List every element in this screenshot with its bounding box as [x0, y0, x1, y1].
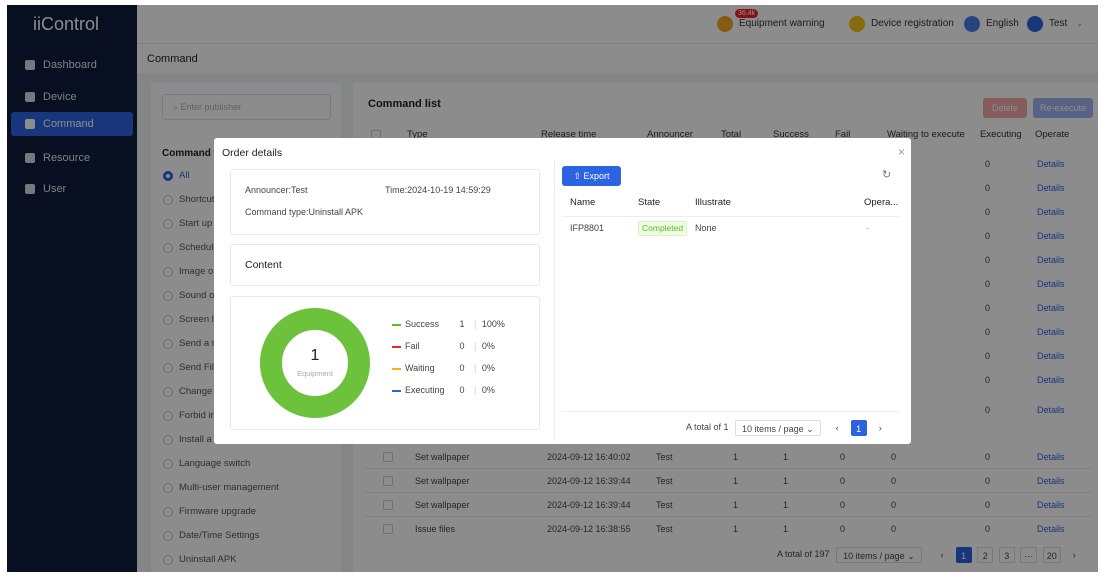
legend-percent: 0%: [481, 385, 495, 395]
detail-column-header: Name: [570, 197, 596, 208]
legend-swatch: [392, 390, 401, 392]
order-details-modal: Order details × Announcer:Test Time:2024…: [214, 138, 911, 444]
detail-column-header: State: [638, 197, 661, 208]
close-icon[interactable]: ×: [898, 145, 905, 159]
donut-label: Equipment: [297, 369, 333, 378]
donut-count: 1: [310, 347, 320, 364]
detail-column-header: Illustrate: [695, 197, 731, 208]
refresh-icon[interactable]: ↻: [882, 168, 891, 181]
status-badge: Completed: [638, 221, 688, 236]
legend-count: 0: [459, 385, 465, 395]
modal-title: Order details: [222, 147, 283, 159]
detail-pagination: A total of 1 10 items / page ⌄ ‹ 1 ›: [686, 419, 888, 437]
content-card: Content: [230, 244, 540, 286]
time-value: Time:2024-10-19 14:59:29: [385, 185, 491, 195]
legend-count: 0: [459, 341, 465, 351]
illustrate-cell: None: [695, 223, 717, 233]
operate-cell: -: [866, 223, 869, 233]
legend-label: Success: [405, 319, 440, 329]
next-page-icon[interactable]: ›: [872, 420, 888, 436]
legend-swatch: [392, 368, 401, 370]
legend-swatch: [392, 324, 401, 326]
legend-count: 0: [459, 363, 465, 373]
page-size-label: 10 items / page: [742, 423, 804, 434]
command-type-value: Command type:Uninstall APK: [245, 207, 364, 217]
legend-fail: Fail 0 | 0%: [392, 341, 495, 351]
order-info-card: Announcer:Test Time:2024-10-19 14:59:29 …: [230, 169, 540, 235]
export-button[interactable]: ⇧ Export: [562, 166, 621, 186]
upload-icon: ⇧: [573, 171, 584, 181]
legend-percent: 0%: [481, 363, 495, 373]
legend-label: Executing: [405, 385, 445, 395]
legend-waiting: Waiting 0 | 0%: [392, 363, 495, 373]
legend-swatch: [392, 346, 401, 348]
page-button-1[interactable]: 1: [850, 419, 867, 436]
legend-count: 1: [459, 319, 465, 329]
detail-header-divider: [562, 216, 899, 217]
total-count: A total of 1: [686, 422, 729, 432]
legend-success: Success 1 | 100%: [392, 319, 505, 329]
device-name-cell: IFP8801: [570, 223, 605, 233]
legend-label: Fail: [405, 341, 420, 351]
legend-percent: 0%: [481, 341, 495, 351]
prev-page-icon[interactable]: ‹: [829, 420, 845, 436]
detail-footer-divider: [562, 411, 899, 412]
stats-card: 1 Equipment Success 1 | 100% Fail 0 | 0%…: [230, 296, 540, 430]
detail-column-header: Opera...: [864, 197, 899, 208]
legend-executing: Executing 0 | 0%: [392, 385, 495, 395]
legend-percent: 100%: [481, 319, 505, 329]
announcer-value: Announcer:Test: [245, 185, 308, 195]
export-label: Export: [583, 171, 610, 181]
content-label: Content: [245, 259, 282, 271]
legend-label: Waiting: [405, 363, 435, 373]
page-size-select[interactable]: 10 items / page ⌄: [735, 419, 821, 436]
app-window: iiControl Dashboard Device Command Resou…: [7, 5, 1098, 572]
modal-divider: [554, 160, 555, 442]
